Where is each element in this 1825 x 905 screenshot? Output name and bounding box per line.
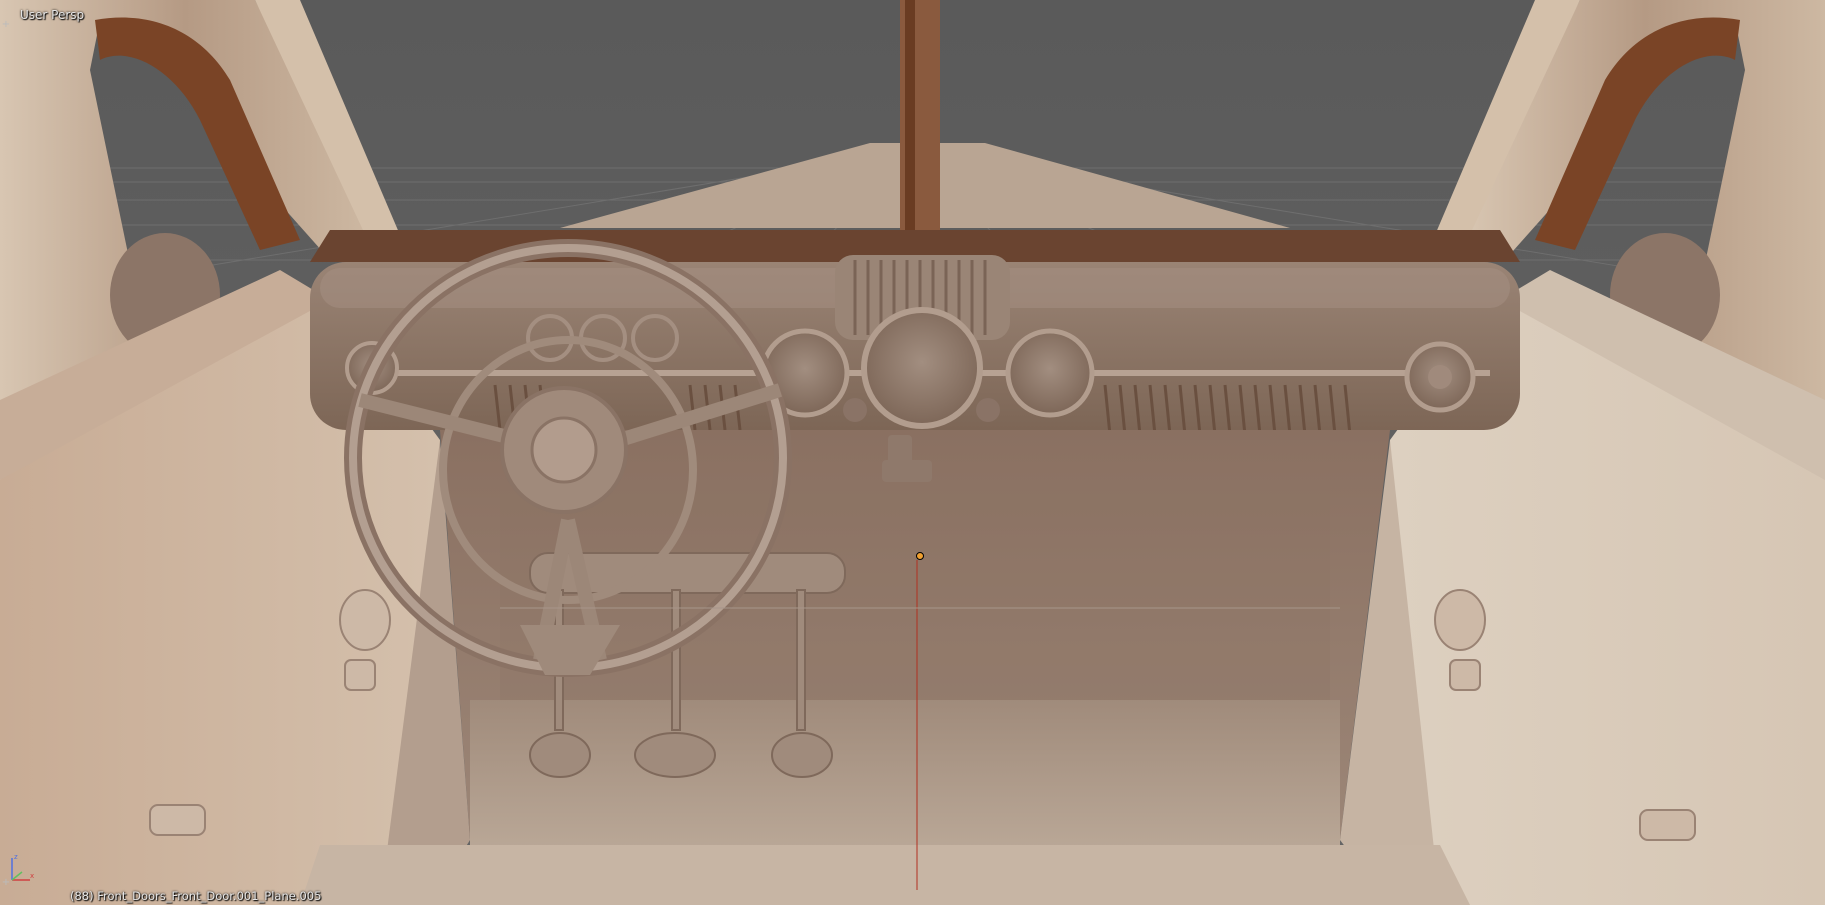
view-label: User Persp: [20, 8, 85, 22]
svg-text:x: x: [30, 872, 34, 880]
car-interior-scene[interactable]: [0, 0, 1825, 905]
axis-gizmo-icon: x z: [11, 853, 34, 881]
active-object-info: (88) Front_Doors_Front_Door.001_Plane.00…: [70, 889, 322, 903]
front-seat: [300, 845, 1470, 905]
3d-viewport[interactable]: User Persp (88) Front_Doors_Front_Door.0…: [0, 0, 1825, 905]
svg-text:z: z: [14, 853, 18, 861]
view-corner-plus-icon[interactable]: +: [1, 20, 11, 30]
object-origin: [916, 552, 924, 560]
